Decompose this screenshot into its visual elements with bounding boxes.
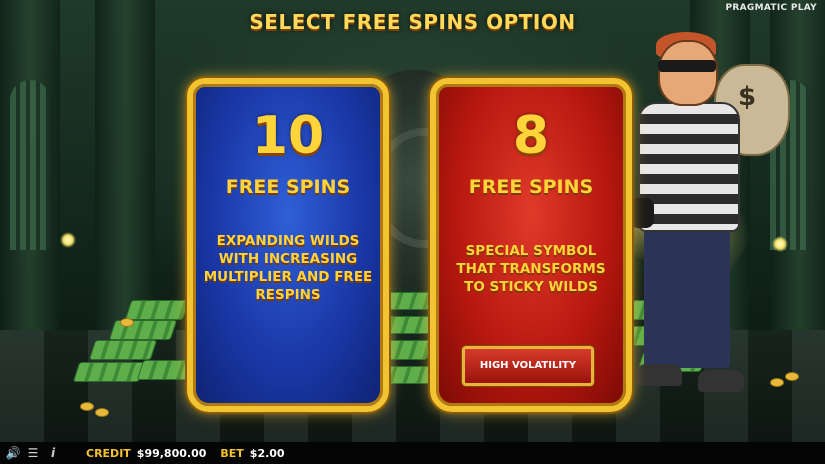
free-spins-label: FREE SPINS: [468, 176, 594, 198]
robber-character: $: [618, 30, 790, 410]
volatility-badge-label: HIGH VOLATILITY: [479, 360, 577, 371]
gold-coin: [120, 318, 134, 327]
robber-shoe: [698, 370, 744, 392]
option-description: EXPANDING WILDS WITH INCREASING MULTIPLI…: [203, 233, 373, 303]
credit-value: $99,800.00: [136, 446, 207, 460]
background-pillar: [95, 0, 155, 330]
free-spins-label: FREE SPINS: [225, 176, 351, 198]
info-icon[interactable]: i: [46, 446, 60, 460]
spin-count: 10: [251, 106, 325, 166]
robber-shoe: [636, 364, 682, 386]
sound-icon[interactable]: 🔊: [6, 446, 21, 460]
robber-mask: [658, 60, 716, 72]
bet-label: BET: [220, 446, 244, 460]
bottom-status-bar: 🔊 ☰ i CREDIT $99,800.00 BET $2.00: [0, 442, 825, 464]
credit-label: CREDIT: [86, 446, 131, 460]
dollar-sign-icon: $: [738, 82, 757, 112]
gold-coin: [95, 408, 109, 417]
game-scene: $ PRAGMATIC PLAY SELECT FREE SPINS OPTIO…: [0, 0, 825, 464]
robber-pants: [644, 226, 730, 368]
spin-count: 8: [512, 106, 550, 166]
robber-glove: [630, 198, 654, 228]
free-spins-option-card-sticky-wilds[interactable]: 8 FREE SPINS SPECIAL SYMBOL THAT TRANSFO…: [430, 78, 632, 412]
cash-pile: [72, 362, 146, 382]
cash-pile: [124, 300, 190, 320]
lamp-light: [60, 232, 76, 248]
gold-coin: [80, 402, 94, 411]
volatility-badge: HIGH VOLATILITY: [462, 346, 594, 386]
cash-pile: [88, 340, 158, 360]
cash-pile: [108, 320, 178, 340]
option-description: SPECIAL SYMBOL THAT TRANSFORMS TO STICKY…: [456, 243, 606, 295]
free-spins-option-card-expanding-wilds[interactable]: 10 FREE SPINS EXPANDING WILDS WITH INCRE…: [187, 78, 389, 412]
screen-title: SELECT FREE SPINS OPTION: [249, 10, 576, 34]
robber-head: [658, 40, 718, 106]
cash-pile: [383, 292, 435, 310]
menu-icon[interactable]: ☰: [26, 446, 40, 460]
background-window: [10, 80, 50, 250]
bet-value[interactable]: $2.00: [250, 447, 285, 460]
